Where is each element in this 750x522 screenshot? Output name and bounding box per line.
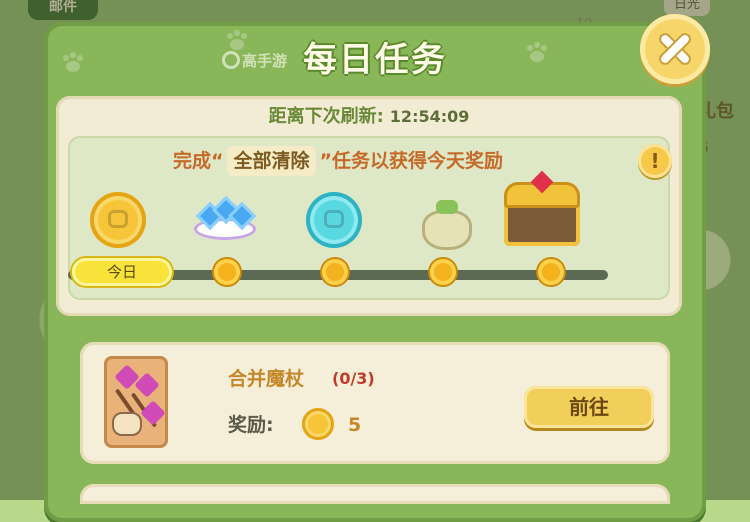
task-card: 合并魔杖 (0/3) 奖励: 5 前往 [80,342,670,464]
refresh-label: 距离下次刷新: [268,106,384,127]
goal-prefix: 完成“ [172,150,224,172]
progress-node [322,259,348,285]
reward-amount: 5 [348,414,362,436]
reward-label: 奖励: [228,414,274,436]
refresh-countdown: 距离下次刷新: 12:54:09 [56,104,682,130]
gems-icon[interactable] [190,192,260,248]
goal-description: 完成“ 全部清除 ”任务以获得今天奖励 [68,146,608,176]
daily-progress-panel: 距离下次刷新: 12:54:09 完成“ 全部清除 ”任务以获得今天奖励 ! 今日 [56,96,682,316]
task-name: 合并魔杖 [228,368,305,390]
go-button[interactable]: 前往 [524,386,654,428]
today-marker: 今日 [72,258,172,286]
progress-node [430,259,456,285]
refresh-time: 12:54:09 [389,107,470,126]
treasure-chest-icon[interactable] [498,170,586,250]
progress-node [538,259,564,285]
daily-tasks-dialog: 高手游 每日任务 距离下次刷新: 12:54:09 完成“ 全部清除 ”任务以获得今天… [44,22,706,522]
coin-icon [302,408,334,440]
close-button[interactable] [640,14,710,84]
magic-wand-icon [104,356,168,448]
goal-highlight: 全部清除 [227,146,316,176]
teal-coin-icon[interactable] [306,192,362,248]
gold-coin-icon[interactable] [90,192,146,248]
sack-icon[interactable] [418,192,474,250]
goal-suffix: ”任务以获得今天奖励 [319,150,504,172]
task-progress: (0/3) [332,369,375,388]
task-card-next [80,484,670,504]
progress-node [214,259,240,285]
reward-progress-box: 完成“ 全部清除 ”任务以获得今天奖励 ! 今日 [68,136,672,300]
info-button[interactable]: ! [638,144,672,178]
dialog-title: 每日任务 [303,40,447,80]
